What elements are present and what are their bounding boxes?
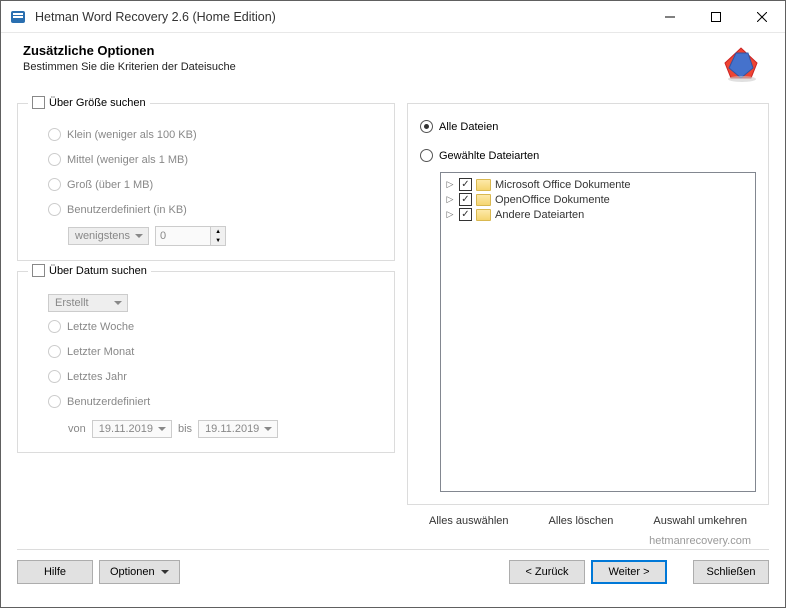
spinner-down-icon[interactable]: ▼	[211, 236, 225, 245]
titlebar: Hetman Word Recovery 2.6 (Home Edition)	[1, 1, 785, 33]
date-group: Über Datum suchen Erstellt Letzte Woche …	[17, 271, 395, 453]
help-button[interactable]: Hilfe	[17, 560, 93, 584]
expand-icon[interactable]: ▷	[445, 209, 455, 220]
tree-item-other[interactable]: ▷ ✓ Andere Dateiarten	[441, 207, 755, 222]
filetype-tree[interactable]: ▷ ✓ Microsoft Office Dokumente ▷ ✓ OpenO…	[440, 172, 756, 492]
size-option-medium[interactable]: Mittel (weniger als 1 MB)	[30, 147, 382, 172]
size-qualifier-select[interactable]: wenigstens	[68, 227, 149, 245]
wizard-buttons: Hilfe Optionen < Zurück Weiter > Schließ…	[1, 550, 785, 594]
tree-checkbox[interactable]: ✓	[459, 178, 472, 191]
size-group-toggle[interactable]: Über Größe suchen	[28, 96, 150, 109]
options-button[interactable]: Optionen	[99, 560, 180, 584]
size-group: Über Größe suchen Klein (weniger als 100…	[17, 103, 395, 261]
content-area: Über Größe suchen Klein (weniger als 100…	[1, 91, 785, 533]
size-value-input[interactable]	[155, 226, 211, 246]
vendor-link[interactable]: hetmanrecovery.com	[17, 533, 769, 550]
minimize-button[interactable]	[647, 1, 693, 32]
expand-icon[interactable]: ▷	[445, 194, 455, 205]
date-option-year[interactable]: Letztes Jahr	[30, 364, 382, 389]
size-value-spinner[interactable]: ▲▼	[155, 226, 226, 246]
date-from-label: von	[68, 423, 86, 435]
folder-icon	[476, 209, 491, 221]
close-button[interactable]	[739, 1, 785, 32]
date-group-toggle[interactable]: Über Datum suchen	[28, 264, 151, 277]
date-to-field[interactable]: 19.11.2019	[198, 420, 278, 438]
page-header: Zusätzliche Optionen Bestimmen Sie die K…	[1, 33, 785, 91]
date-group-label: Über Datum suchen	[49, 265, 147, 277]
clear-all-link[interactable]: Alles löschen	[549, 515, 614, 527]
page-title: Zusätzliche Optionen	[23, 43, 721, 58]
back-button[interactable]: < Zurück	[509, 560, 585, 584]
close-wizard-button[interactable]: Schließen	[693, 560, 769, 584]
filetype-actions: Alles auswählen Alles löschen Auswahl um…	[407, 505, 769, 529]
date-from-field[interactable]: 19.11.2019	[92, 420, 172, 438]
date-option-custom[interactable]: Benutzerdefiniert	[30, 389, 382, 414]
filetype-selected-radio[interactable]: Gewählte Dateiarten	[420, 145, 756, 166]
invert-selection-link[interactable]: Auswahl umkehren	[653, 515, 747, 527]
window-controls	[647, 1, 785, 32]
tree-checkbox[interactable]: ✓	[459, 208, 472, 221]
window-title: Hetman Word Recovery 2.6 (Home Edition)	[35, 10, 647, 24]
tree-item-ms-office[interactable]: ▷ ✓ Microsoft Office Dokumente	[441, 177, 755, 192]
select-all-link[interactable]: Alles auswählen	[429, 515, 509, 527]
app-icon	[9, 8, 27, 26]
filetype-all-radio[interactable]: Alle Dateien	[420, 116, 756, 137]
page-subtitle: Bestimmen Sie die Kriterien der Dateisuc…	[23, 61, 721, 73]
size-option-large[interactable]: Groß (über 1 MB)	[30, 172, 382, 197]
date-option-month[interactable]: Letzter Monat	[30, 339, 382, 364]
size-option-small[interactable]: Klein (weniger als 100 KB)	[30, 122, 382, 147]
size-option-custom[interactable]: Benutzerdefiniert (in KB)	[30, 197, 382, 222]
date-mode-select[interactable]: Erstellt	[48, 294, 128, 312]
filetype-group: Alle Dateien Gewählte Dateiarten ▷ ✓ Mic…	[407, 103, 769, 505]
spinner-up-icon[interactable]: ▲	[211, 227, 225, 236]
date-to-label: bis	[178, 423, 192, 435]
size-checkbox[interactable]	[32, 96, 45, 109]
next-button[interactable]: Weiter >	[591, 560, 667, 584]
tree-item-openoffice[interactable]: ▷ ✓ OpenOffice Dokumente	[441, 192, 755, 207]
expand-icon[interactable]: ▷	[445, 179, 455, 190]
tree-checkbox[interactable]: ✓	[459, 193, 472, 206]
folder-icon	[476, 179, 491, 191]
date-checkbox[interactable]	[32, 264, 45, 277]
size-group-label: Über Größe suchen	[49, 97, 146, 109]
date-option-week[interactable]: Letzte Woche	[30, 314, 382, 339]
folder-icon	[476, 194, 491, 206]
maximize-button[interactable]	[693, 1, 739, 32]
logo-icon	[721, 43, 763, 85]
